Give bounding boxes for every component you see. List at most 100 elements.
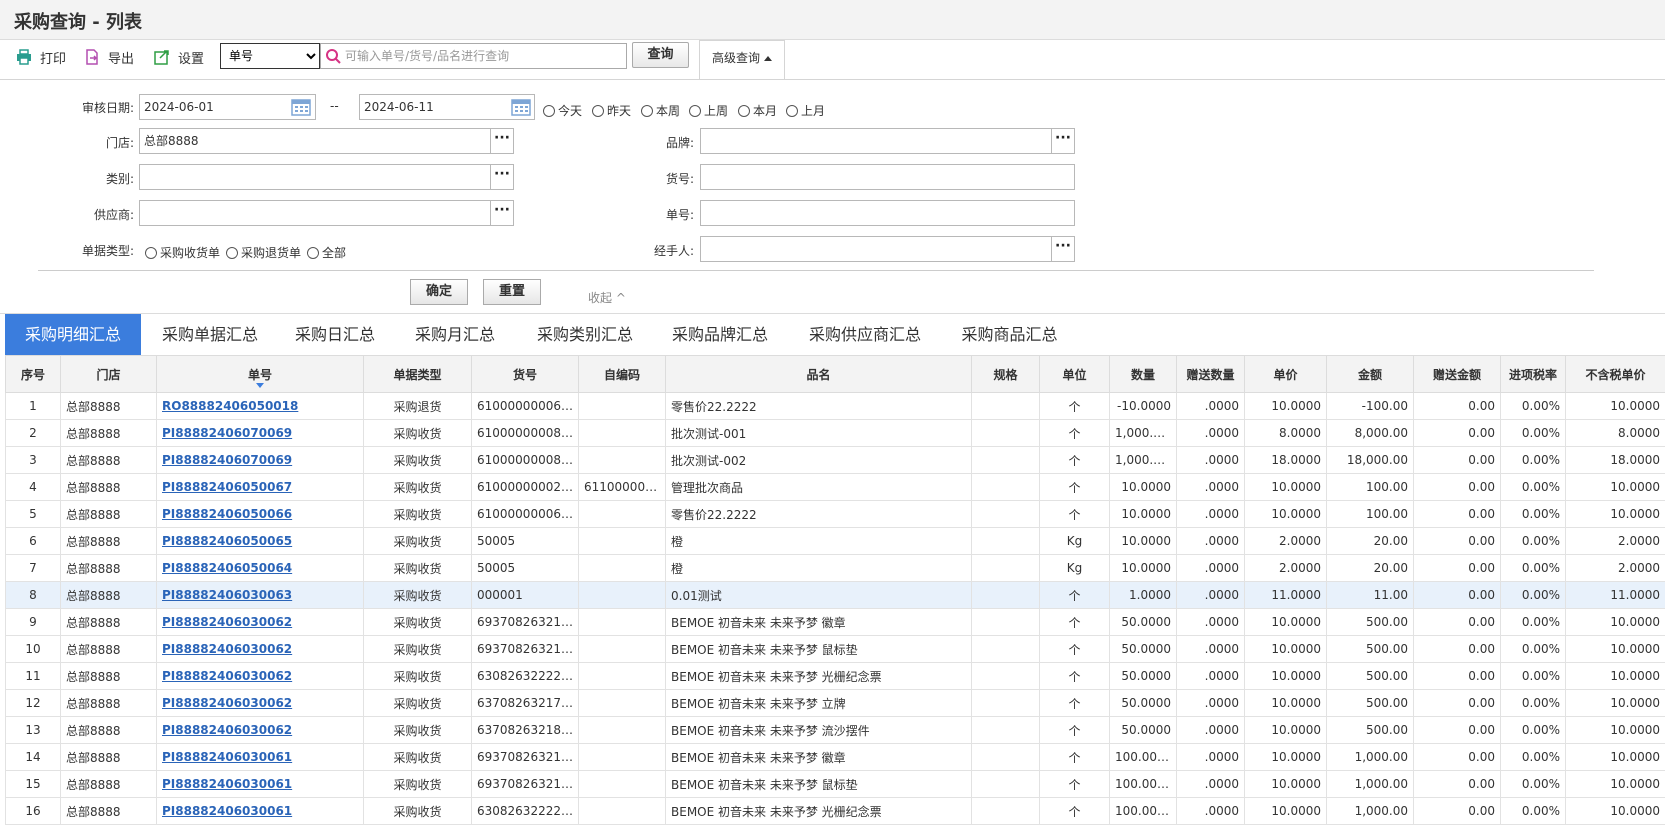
cell-doc-type: 采购收货 [364, 420, 472, 447]
col-header-gift-amount[interactable]: 赠送金额 [1414, 356, 1501, 393]
date-from-input[interactable]: 2024-06-01 [139, 94, 316, 120]
order-no-link[interactable]: PI88882406070069 [162, 426, 292, 440]
cell-quantity: 10.0000 [1110, 501, 1177, 528]
col-header-quantity[interactable]: 数量 [1110, 356, 1177, 393]
advanced-query-tab[interactable]: 高级查询 [699, 40, 785, 80]
table-row[interactable]: 9总部8888PI88882406030062采购收货6937082632161… [6, 609, 1665, 636]
col-header-amount[interactable]: 金额 [1327, 356, 1414, 393]
order-no-link[interactable]: PI88882406030061 [162, 750, 292, 764]
radio-all[interactable]: 全部 [307, 244, 346, 261]
radio-purchase-return[interactable]: 采购退货单 [226, 244, 301, 261]
radio-today[interactable]: 今天 [543, 102, 582, 119]
collapse-toggle[interactable]: 收起 ^ [588, 289, 626, 306]
handler-picker-button[interactable]: ··· [1051, 236, 1075, 262]
cell-price-ex-tax: 10.0000 [1566, 474, 1665, 501]
settings-button[interactable]: 设置 [154, 46, 204, 68]
table-row[interactable]: 8总部8888PI88882406030063采购收货0000010.01测试个… [6, 582, 1665, 609]
col-header-unit-price[interactable]: 单价 [1245, 356, 1327, 393]
table-row[interactable]: 11总部8888PI88882406030062采购收货630826322221… [6, 663, 1665, 690]
order-no-link[interactable]: PI88882406070069 [162, 453, 292, 467]
cell-spec [972, 690, 1040, 717]
search-input[interactable] [345, 46, 623, 66]
table-row[interactable]: 3总部8888PI88882406070069采购收货6100000000889… [6, 447, 1665, 474]
brand-picker-button[interactable]: ··· [1051, 128, 1075, 154]
radio-this-week[interactable]: 本周 [641, 102, 680, 119]
table-row[interactable]: 13总部8888PI88882406030062采购收货637082632185… [6, 717, 1665, 744]
table-row[interactable]: 10总部8888PI88882406030062采购收货693708263216… [6, 636, 1665, 663]
cell-custom-code [579, 555, 666, 582]
order-no-link[interactable]: PI88882406030062 [162, 642, 292, 656]
order-no-link[interactable]: PI88882406030062 [162, 696, 292, 710]
table-row[interactable]: 5总部8888PI88882406050066采购收货6100000000650… [6, 501, 1665, 528]
order-no-link[interactable]: RO88882406050018 [162, 399, 298, 413]
date-to-input[interactable]: 2024-06-11 [359, 94, 535, 120]
brand-input[interactable] [700, 128, 1052, 154]
supplier-input[interactable] [139, 200, 491, 226]
category-input[interactable] [139, 164, 491, 190]
order-no-link[interactable]: PI88882406050064 [162, 561, 292, 575]
col-header-price-ex-tax[interactable]: 不含税单价 [1566, 356, 1665, 393]
category-picker-button[interactable]: ··· [490, 164, 514, 190]
col-header-gift-quantity[interactable]: 赠送数量 [1177, 356, 1245, 393]
table-row[interactable]: 4总部8888PI88882406050067采购收货6100000000254… [6, 474, 1665, 501]
col-header-store[interactable]: 门店 [61, 356, 157, 393]
order-no-link[interactable]: PI88882406050067 [162, 480, 292, 494]
order-no-link[interactable]: PI88882406030061 [162, 804, 292, 818]
order-no-link[interactable]: PI88882406050065 [162, 534, 292, 548]
print-button[interactable]: 打印 [16, 46, 66, 68]
tab-purchase-supplier[interactable]: 采购供应商汇总 [795, 314, 935, 355]
table-row[interactable]: 7总部8888PI88882406050064采购收货50005橙Kg10.00… [6, 555, 1665, 582]
radio-purchase-receipt[interactable]: 采购收货单 [145, 244, 220, 261]
order-no-link[interactable]: PI88882406030063 [162, 588, 292, 602]
radio-last-week[interactable]: 上周 [689, 102, 728, 119]
supplier-picker-button[interactable]: ··· [490, 200, 514, 226]
tab-purchase-detail[interactable]: 采购明细汇总 [5, 314, 141, 355]
col-header-order-no[interactable]: 单号 [157, 356, 364, 393]
export-button[interactable]: 导出 [84, 46, 134, 68]
radio-yesterday[interactable]: 昨天 [592, 102, 631, 119]
store-picker-button[interactable]: ··· [490, 128, 514, 154]
col-header-spec[interactable]: 规格 [972, 356, 1040, 393]
confirm-button[interactable]: 确定 [410, 279, 468, 305]
col-header-doc-type[interactable]: 单据类型 [364, 356, 472, 393]
tab-purchase-document[interactable]: 采购单据汇总 [150, 314, 270, 355]
col-header-custom-code[interactable]: 自编码 [579, 356, 666, 393]
order-no-input[interactable] [700, 200, 1075, 226]
tab-purchase-product[interactable]: 采购商品汇总 [947, 314, 1072, 355]
col-header-index[interactable]: 序号 [6, 356, 61, 393]
order-no-link[interactable]: PI88882406030062 [162, 669, 292, 683]
col-header-product-name[interactable]: 品名 [666, 356, 972, 393]
order-no-link[interactable]: PI88882406030062 [162, 723, 292, 737]
cell-input-tax-rate: 0.00% [1501, 474, 1566, 501]
cell-gift-quantity: .0000 [1177, 528, 1245, 555]
calendar-icon[interactable] [511, 98, 531, 116]
col-header-unit[interactable]: 单位 [1040, 356, 1110, 393]
item-no-input[interactable] [700, 164, 1075, 190]
table-row[interactable]: 1总部8888RO88882406050018采购退货6100000000650… [6, 393, 1665, 420]
reset-button[interactable]: 重置 [483, 279, 541, 305]
table-row[interactable]: 12总部8888PI88882406030062采购收货637082632178… [6, 690, 1665, 717]
table-row[interactable]: 14总部8888PI88882406030061采购收货693708263216… [6, 744, 1665, 771]
col-header-item-no[interactable]: 货号 [472, 356, 579, 393]
search-type-select[interactable]: 单号 [220, 43, 320, 69]
tab-purchase-category[interactable]: 采购类别汇总 [525, 314, 645, 355]
radio-last-month[interactable]: 上月 [786, 102, 825, 119]
tab-purchase-daily[interactable]: 采购日汇总 [285, 314, 385, 355]
table-row[interactable]: 6总部8888PI88882406050065采购收货50005橙Kg10.00… [6, 528, 1665, 555]
table-row[interactable]: 16总部8888PI88882406030061采购收货630826322221… [6, 798, 1665, 825]
cell-item-no: 6100000000650 [472, 501, 579, 528]
table-row[interactable]: 15总部8888PI88882406030061采购收货693708263216… [6, 771, 1665, 798]
col-header-input-tax-rate[interactable]: 进项税率 [1501, 356, 1566, 393]
order-no-link[interactable]: PI88882406030061 [162, 777, 292, 791]
calendar-icon[interactable] [291, 98, 311, 116]
order-no-link[interactable]: PI88882406030062 [162, 615, 292, 629]
tab-purchase-brand[interactable]: 采购品牌汇总 [660, 314, 780, 355]
query-button[interactable]: 查询 [632, 42, 689, 68]
radio-this-month[interactable]: 本月 [738, 102, 777, 119]
handler-input[interactable] [700, 236, 1052, 262]
table-row[interactable]: 2总部8888PI88882406070069采购收货6100000000872… [6, 420, 1665, 447]
tab-purchase-monthly[interactable]: 采购月汇总 [405, 314, 505, 355]
store-input[interactable]: 总部8888 [139, 128, 491, 154]
cell-input-tax-rate: 0.00% [1501, 393, 1566, 420]
order-no-link[interactable]: PI88882406050066 [162, 507, 292, 521]
